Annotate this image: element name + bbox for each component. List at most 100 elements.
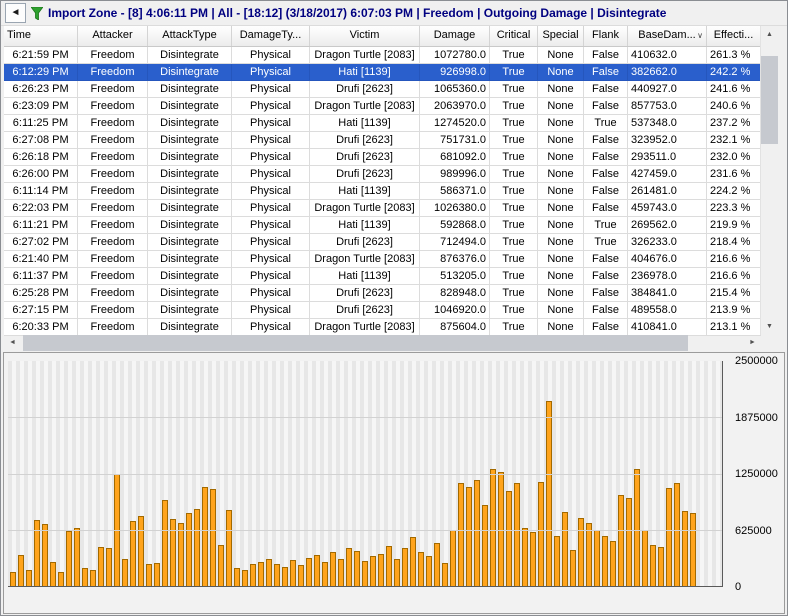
cell-special: None: [538, 166, 584, 183]
cell-base_damage: 382662.0: [628, 64, 707, 81]
table-row[interactable]: 6:25:28 PM Freedom Disintegrate Physical Dru…: [4, 285, 761, 302]
column-header-attacker[interactable]: Attacker: [78, 26, 148, 46]
chart-bar: [282, 567, 288, 586]
cell-attacker: Freedom: [78, 64, 148, 81]
table-row[interactable]: 6:11:14 PM Freedom Disintegrate Physical Hat…: [4, 183, 761, 200]
cell-effective: 241.6 %: [707, 81, 761, 98]
chart-bar: [370, 556, 376, 586]
horizontal-scroll-track[interactable]: [21, 335, 744, 351]
table-row[interactable]: 6:26:18 PM Freedom Disintegrate Physical Dru…: [4, 149, 761, 166]
cell-attacker: Freedom: [78, 132, 148, 149]
column-header-base_damage[interactable]: BaseDam... ∨: [628, 26, 707, 46]
table-row[interactable]: 6:27:15 PM Freedom Disintegrate Physical Dru…: [4, 302, 761, 319]
scroll-right-button[interactable]: ►: [744, 335, 761, 351]
scroll-left-button[interactable]: ◄: [4, 335, 21, 351]
scroll-up-button[interactable]: ▲: [761, 26, 778, 43]
table-row[interactable]: 6:23:09 PM Freedom Disintegrate Physical Dra…: [4, 98, 761, 115]
table-row[interactable]: 6:21:40 PM Freedom Disintegrate Physical Dra…: [4, 251, 761, 268]
chart-bar: [674, 482, 680, 586]
chart-bar: [538, 481, 544, 586]
table-row[interactable]: 6:11:37 PM Freedom Disintegrate Physical Hat…: [4, 268, 761, 285]
horizontal-scroll-thumb[interactable]: [23, 335, 689, 351]
table-row[interactable]: 6:27:08 PM Freedom Disintegrate Physical Dru…: [4, 132, 761, 149]
chart-bar: [58, 571, 64, 586]
column-header-flank[interactable]: Flank: [584, 26, 628, 46]
vertical-scroll-thumb[interactable]: [761, 56, 778, 144]
table-vertical-scrollbar[interactable]: ▲ ▼: [760, 26, 778, 335]
table-row[interactable]: 6:11:21 PM Freedom Disintegrate Physical Hat…: [4, 217, 761, 234]
cell-time: 6:22:03 PM: [4, 200, 78, 217]
chart-bar: [322, 561, 328, 586]
cell-time: 6:26:23 PM: [4, 81, 78, 98]
column-header-damage_type[interactable]: DamageTy...: [232, 26, 310, 46]
cell-damage: 1072780.0: [420, 47, 490, 64]
table-row[interactable]: 6:12:29 PM Freedom Disintegrate Physical Hat…: [4, 64, 761, 81]
cell-attack_type: Disintegrate: [148, 166, 232, 183]
column-header-critical[interactable]: Critical: [490, 26, 538, 46]
column-header-attack_type[interactable]: AttackType: [148, 26, 232, 46]
chart-gridline: [8, 417, 722, 419]
cell-attack_type: Disintegrate: [148, 217, 232, 234]
cell-attack_type: Disintegrate: [148, 149, 232, 166]
scroll-down-button[interactable]: ▼: [761, 318, 778, 335]
chart-bar: [346, 548, 352, 586]
cell-damage_type: Physical: [232, 64, 310, 81]
table-row[interactable]: 6:26:23 PM Freedom Disintegrate Physical Dru…: [4, 81, 761, 98]
cell-special: None: [538, 132, 584, 149]
cell-attacker: Freedom: [78, 98, 148, 115]
back-button[interactable]: ◄: [5, 3, 26, 23]
cell-victim: Drufi [2623]: [310, 285, 420, 302]
chart-bar: [202, 487, 208, 586]
cell-base_damage: 489558.0: [628, 302, 707, 319]
cell-flank: False: [584, 200, 628, 217]
cell-damage_type: Physical: [232, 149, 310, 166]
cell-attacker: Freedom: [78, 319, 148, 336]
table-row[interactable]: 6:11:25 PM Freedom Disintegrate Physical Hat…: [4, 115, 761, 132]
table-row[interactable]: 6:20:33 PM Freedom Disintegrate Physical Dra…: [4, 319, 761, 336]
table-row[interactable]: 6:27:02 PM Freedom Disintegrate Physical Dru…: [4, 234, 761, 251]
toolbar: ◄ Import Zone - [8] 4:06:11 PM | All - […: [1, 1, 787, 26]
cell-special: None: [538, 115, 584, 132]
table-row[interactable]: 6:21:59 PM Freedom Disintegrate Physical Dra…: [4, 47, 761, 64]
column-header-victim[interactable]: Victim: [310, 26, 420, 46]
chart-bar: [186, 513, 192, 586]
column-header-damage[interactable]: Damage: [420, 26, 490, 46]
cell-damage: 592868.0: [420, 217, 490, 234]
chart-bar: [474, 479, 480, 586]
table-horizontal-scrollbar[interactable]: ◄ ►: [4, 335, 761, 351]
chart-bar: [290, 559, 296, 586]
cell-damage: 1026380.0: [420, 200, 490, 217]
cell-victim: Hati [1139]: [310, 217, 420, 234]
cell-critical: True: [490, 64, 538, 81]
chart-bar: [362, 560, 368, 586]
table-row[interactable]: 6:26:00 PM Freedom Disintegrate Physical Dru…: [4, 166, 761, 183]
cell-damage: 875604.0: [420, 319, 490, 336]
column-header-label: Damage: [433, 29, 476, 41]
table-row[interactable]: 6:22:03 PM Freedom Disintegrate Physical Dra…: [4, 200, 761, 217]
cell-attack_type: Disintegrate: [148, 183, 232, 200]
chart-y-axis: 2500000 1875000 1250000 625000 0: [728, 355, 780, 593]
cell-critical: True: [490, 319, 538, 336]
cell-victim: Dragon Turtle [2083]: [310, 200, 420, 217]
cell-attack_type: Disintegrate: [148, 285, 232, 302]
cell-damage_type: Physical: [232, 183, 310, 200]
cell-flank: False: [584, 285, 628, 302]
chart-bar: [682, 511, 688, 586]
chart-bar: [90, 569, 96, 586]
cell-base_damage: 293511.0: [628, 149, 707, 166]
cell-victim: Hati [1139]: [310, 115, 420, 132]
column-header-special[interactable]: Special: [538, 26, 584, 46]
chart-bar: [106, 548, 112, 586]
chart-bar: [530, 532, 536, 586]
cell-base_damage: 269562.0: [628, 217, 707, 234]
column-header-time[interactable]: Time: [4, 26, 78, 46]
chart-bar: [226, 510, 232, 586]
cell-damage_type: Physical: [232, 217, 310, 234]
cell-damage: 926998.0: [420, 64, 490, 81]
chart-bar: [522, 527, 528, 586]
cell-base_damage: 404676.0: [628, 251, 707, 268]
vertical-scroll-track[interactable]: [761, 43, 778, 318]
cell-attack_type: Disintegrate: [148, 251, 232, 268]
column-header-effective[interactable]: Effecti...: [707, 26, 761, 46]
chart-bar: [482, 505, 488, 586]
